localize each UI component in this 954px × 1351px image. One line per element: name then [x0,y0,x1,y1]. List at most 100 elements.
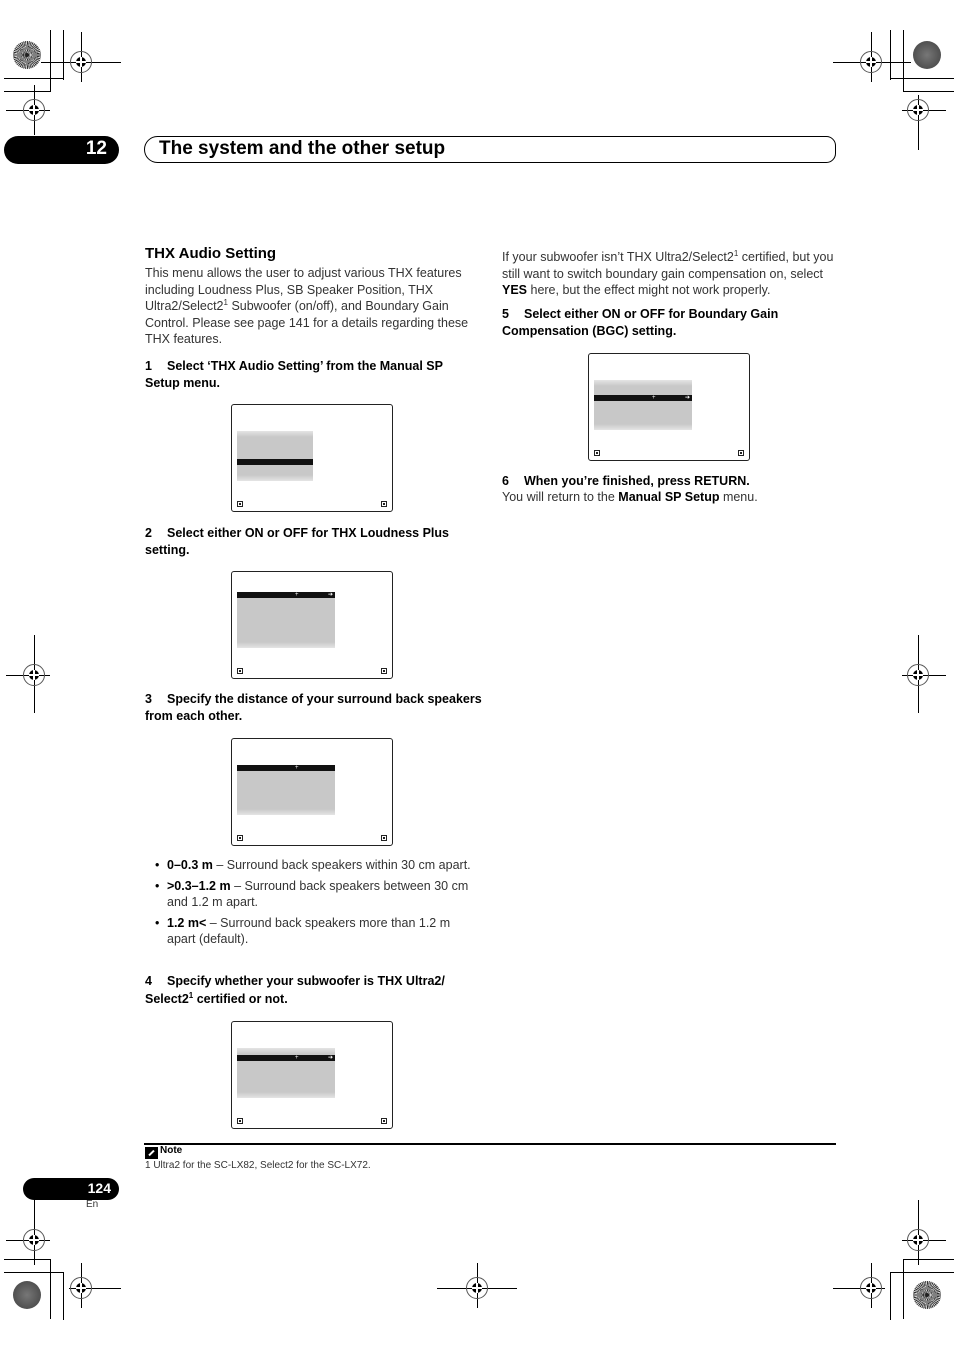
paragraph-text: If your subwoofer isn’t THX Ultra2/Selec… [502,250,734,264]
step-1: 1 Select ‘THX Audio Setting’ from the Man… [145,358,480,391]
osd-screen-boundary-gain-compensation: + ➔ [588,353,750,461]
crop-line [890,30,891,80]
step-text: Specify the distance of your surround ba… [145,692,482,723]
intro-paragraph: This menu allows the user to adjust vari… [145,265,480,348]
crop-line [4,1259,51,1260]
subwoofer-note-paragraph: If your subwoofer isn’t THX Ultra2/Selec… [502,249,837,299]
crop-line [903,91,954,92]
arrow-right-icon: ➔ [328,1055,334,1061]
option-description: – Surround back speakers more than 1.2 m… [167,916,451,946]
crop-line [50,30,51,92]
home-icon [237,835,243,841]
plus-marker-icon: + [652,395,656,401]
crop-line [890,78,954,79]
color-target-icon [13,1281,41,1309]
step-6: 6 When you’re finished, press RETURN. [502,473,837,490]
menu-panel [237,765,335,815]
return-icon [738,450,744,456]
crop-line [4,1272,64,1273]
crop-line [4,91,51,92]
footnote-text: 1 Ultra2 for the SC-LX82, Select2 for th… [145,1160,371,1171]
paragraph-text: menu. [719,490,758,504]
osd-screen-subwoofer-certification: + ➔ [231,1021,393,1129]
step-4: 4 Specify whether your subwoofer is THX U… [145,972,480,1008]
step-number: 3 [145,692,152,706]
pencil-note-icon [145,1147,158,1159]
crop-line [903,1259,904,1319]
step-text: certified or not. [193,992,288,1006]
crop-line [890,1272,891,1320]
home-icon [237,501,243,507]
chapter-number-badge: 12 [4,136,119,164]
step-3: 3 Specify the distance of your surround b… [145,691,485,724]
menu-panel [237,431,313,481]
list-item: >0.3–1.2 m – Surround back speakers betw… [145,878,480,910]
home-icon [594,450,600,456]
paragraph-text: You will return to the [502,490,619,504]
plus-marker-icon: + [295,765,299,771]
osd-screen-thx-audio-setting-menu [231,404,393,512]
crop-line [903,1259,954,1260]
color-target-icon [913,1281,941,1309]
crop-line [50,1259,51,1319]
color-target-icon [13,41,41,69]
step-text: When you’re finished, press RETURN. [524,474,750,488]
step-number: 6 [502,474,509,488]
option-label: >0.3–1.2 m [167,879,231,893]
step-text: Select ‘THX Audio Setting’ from the Manu… [145,359,443,390]
list-item: 0–0.3 m – Surround back speakers within … [145,857,480,873]
chapter-title: The system and the other setup [159,138,446,159]
menu-highlight-bar: + ➔ [237,1055,335,1061]
crop-line [34,1200,35,1215]
menu-panel [594,380,692,430]
crop-line [903,30,904,92]
yes-option: YES [502,283,528,297]
chapter-number: 12 [85,138,107,159]
step-5: 5 Select either ON or OFF for Boundary Ga… [502,306,837,339]
distance-options-list: 0–0.3 m – Surround back speakers within … [145,857,480,952]
crop-line [63,30,64,80]
return-icon [381,501,387,507]
step-number: 1 [145,359,152,373]
section-title: THX Audio Setting [145,245,277,262]
osd-screen-sb-speaker-position: + [231,738,393,846]
menu-highlight-bar: + ➔ [594,395,692,401]
step-number: 5 [502,307,509,321]
option-label: 0–0.3 m [167,858,213,872]
plus-marker-icon: + [295,1055,299,1061]
return-icon [381,668,387,674]
osd-screen-loudness-plus: + ➔ [231,571,393,679]
return-icon [381,1118,387,1124]
note-label: Note [160,1145,183,1156]
return-paragraph: You will return to the Manual SP Setup m… [502,489,837,506]
paragraph-text: here, but the effect might not work prop… [527,283,771,297]
arrow-right-icon: ➔ [685,395,691,401]
home-icon [237,1118,243,1124]
chapter-title-box: The system and the other setup [144,136,836,163]
list-item: 1.2 m< – Surround back speakers more tha… [145,915,480,947]
language-code: En [86,1199,99,1210]
step-text: Select either ON or OFF for Boundary Gai… [502,307,779,338]
home-icon [237,668,243,674]
plus-marker-icon: + [295,592,299,598]
arrow-right-icon: ➔ [328,592,334,598]
menu-highlight-bar [237,459,313,465]
menu-highlight-bar: + [237,765,335,771]
menu-name: Manual SP Setup [618,490,720,504]
step-number: 4 [145,974,152,988]
step-text: Select either ON or OFF for THX Loudness… [145,526,449,557]
crop-line [4,78,64,79]
menu-highlight-bar: + ➔ [237,592,335,598]
page-number-badge: 124 [23,1178,119,1200]
step-2: 2 Select either ON or OFF for THX Loudnes… [145,525,480,558]
option-label: 1.2 m< [167,916,207,930]
page-number: 124 [87,1180,111,1196]
step-number: 2 [145,526,152,540]
note-divider [144,1143,836,1145]
return-icon [381,835,387,841]
color-target-icon [913,41,941,69]
option-description: – Surround back speakers within 30 cm ap… [212,858,471,872]
crop-line [63,1272,64,1320]
crop-line [890,1272,954,1273]
menu-panel [237,592,335,648]
